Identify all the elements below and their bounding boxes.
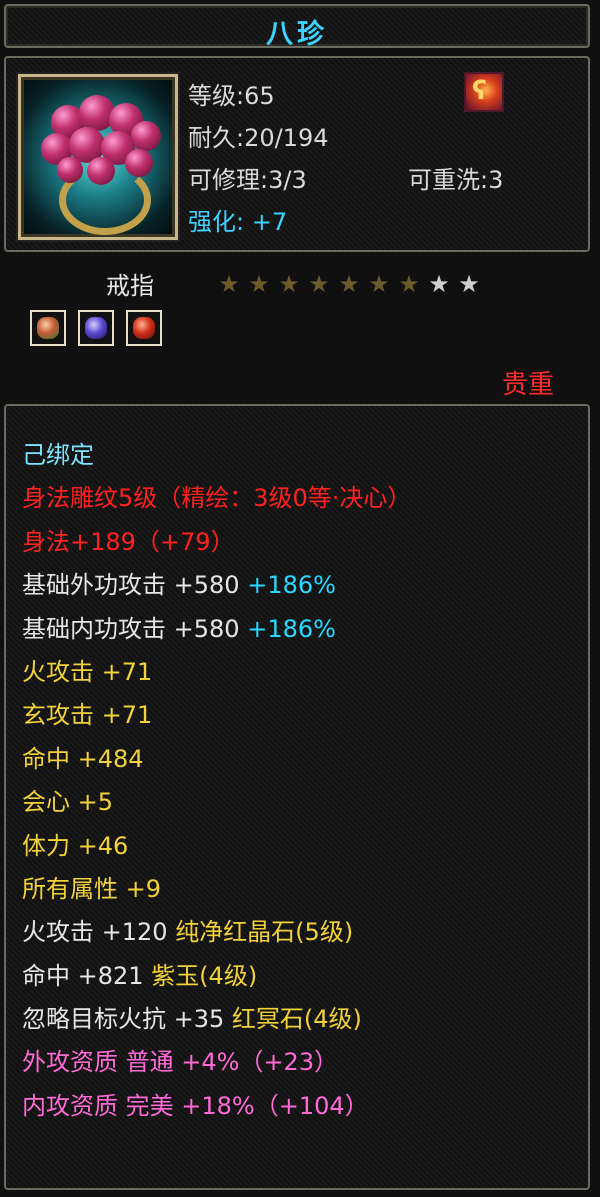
repairable: 可修理:3/3 [188,166,307,194]
attribute-panel: 己绑定 身法雕纹5级（精绘：3级0等·决心） 身法+189（+79） 基础外功攻… [4,404,590,1190]
enhance-label: 强化: [188,208,245,236]
item-header: ʕ 等级:65 耐久:20/194 可修理:3/3 可重洗:3 强化: +7 [4,56,590,252]
hit-line: 命中 +484 [22,744,144,773]
all-attr-line: 所有属性 +9 [22,874,162,903]
berry [57,157,83,183]
gem3-stat: 忽略目标火抗 +35 [22,1005,225,1034]
rarity-label: 贵重 [501,370,554,400]
int-attack-pct: +186% [247,614,336,643]
ext-attack-label: 基础外功攻击 [22,571,166,600]
int-attack-value: +580 [173,614,240,643]
stamina-line: 体力 +46 [22,831,129,860]
item-tooltip: 八珍 ʕ 等级:65 耐久:20/194 可修理:3/3 可重洗:3 强化: +… [0,0,600,1197]
bound-status: 己绑定 [22,441,94,469]
ext-attack-line: 基础外功攻击 +580 +186% [22,564,582,607]
star-filled-icon: ★ [218,270,240,298]
ext-quality-line: 外攻资质 普通 +4%（+23） [22,1048,339,1077]
gem1-stat: 火攻击 +120 [22,918,168,947]
item-name: 八珍 [266,19,328,50]
agility-line: 身法+189（+79） [22,521,582,564]
fire-attack-line: 火攻击 +71 [22,657,153,686]
star-filled-icon: ★ [368,270,390,298]
int-attack-line: 基础内功攻击 +580 +186% [22,608,582,651]
star-rating: ★ ★ ★ ★ ★ ★ ★ ★ ★ [214,270,484,298]
int-quality-line: 内攻资质 完美 +18%（+104） [22,1091,369,1120]
durability: 耐久:20/194 [188,124,329,152]
gem1-name: 纯净红晶石(5级) [175,918,354,947]
enhance-value: +7 [251,208,288,236]
gem2-name: 紫玉(4级) [151,961,258,990]
int-attack-label: 基础内功攻击 [22,614,166,643]
agility-label: 身法 [22,527,70,556]
title-bar: 八珍 [4,4,590,50]
crit-line: 会心 +5 [22,788,114,817]
star-filled-icon: ★ [338,270,360,298]
berry [125,149,153,177]
level: 等级:65 [188,82,275,110]
ext-attack-value: +580 [173,571,240,600]
ext-attack-pct: +186% [247,571,336,600]
green-gem-icon[interactable] [30,310,66,346]
purple-berry-ring-icon[interactable] [18,74,178,240]
gem1-line: 火攻击 +120 纯净红晶石(5级) [22,911,582,954]
star-empty-icon: ★ [428,270,450,298]
star-filled-icon: ★ [308,270,330,298]
agility-value: +189（+79） [70,527,235,556]
star-empty-icon: ★ [458,270,480,298]
enhance: 强化: +7 [188,202,287,237]
star-filled-icon: ★ [398,270,420,298]
rewash: 可重洗:3 [408,166,504,194]
gem3-name: 红冥石(4级) [231,1005,362,1034]
item-type: 戒指 [106,272,154,300]
purple-gem-icon[interactable] [78,310,114,346]
gem3-line: 忽略目标火抗 +35 红冥石(4级) [22,998,582,1041]
flame-spirit-icon[interactable]: ʕ [464,72,504,112]
berry [131,121,161,151]
engrave-line: 身法雕纹5级（精绘：3级0等·决心） [22,484,412,513]
mystic-attack-line: 玄攻击 +71 [22,701,153,730]
gem2-line: 命中 +821 紫玉(4级) [22,955,582,998]
red-gem-icon[interactable] [126,310,162,346]
star-filled-icon: ★ [278,270,300,298]
star-filled-icon: ★ [248,270,270,298]
gem2-stat: 命中 +821 [22,961,144,990]
berry [87,157,115,185]
